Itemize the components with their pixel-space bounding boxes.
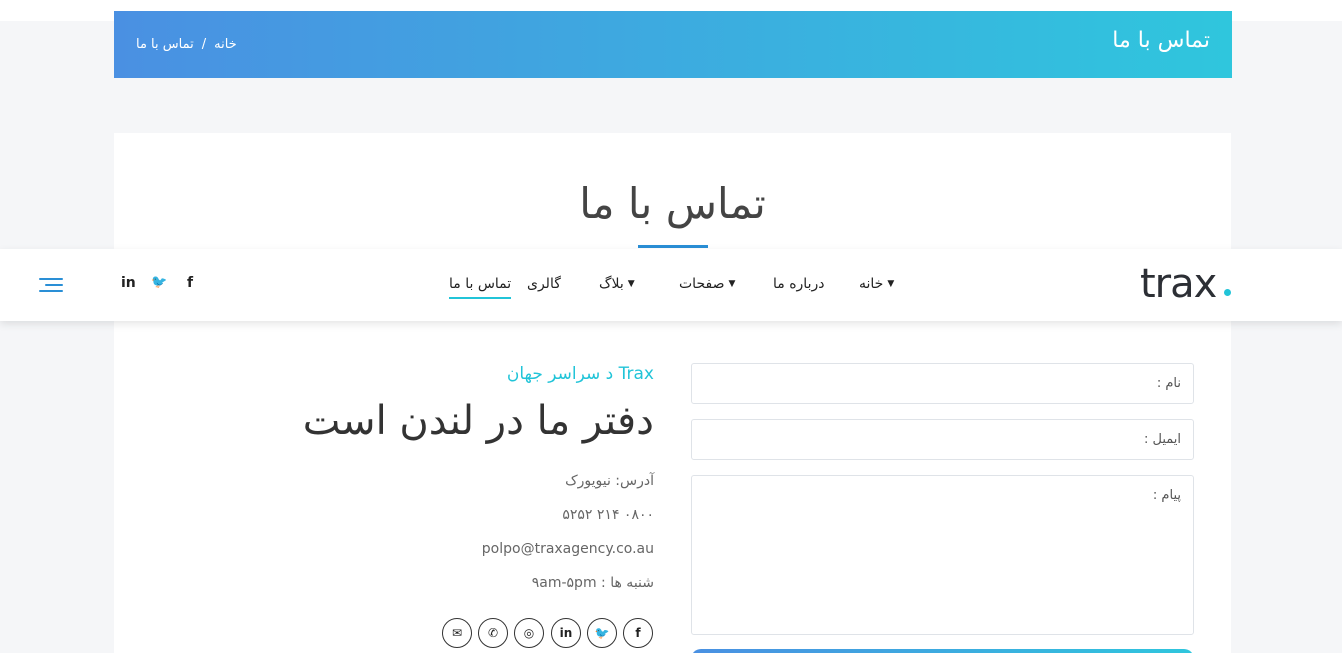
twitter-icon[interactable]: 🐦 bbox=[151, 275, 167, 290]
message-field[interactable]: پیام : bbox=[691, 475, 1194, 635]
contact-address: آدرس: نیویورک bbox=[565, 473, 654, 489]
nav-item-label: بلاگ bbox=[599, 276, 624, 292]
submit-button[interactable] bbox=[691, 649, 1194, 653]
menu-toggle-icon[interactable] bbox=[39, 278, 63, 294]
nav-item-pages[interactable]: ▼ صفحات bbox=[679, 276, 735, 292]
chevron-down-icon: ▼ bbox=[627, 279, 635, 289]
email-field-label: ایمیل : bbox=[1143, 432, 1181, 447]
whatsapp-icon[interactable]: ✆ bbox=[478, 618, 508, 648]
chevron-down-icon: ▼ bbox=[728, 279, 736, 289]
breadcrumb-home-link[interactable]: خانه bbox=[214, 37, 237, 52]
nav-item-blog[interactable]: ▼ بلاگ bbox=[599, 276, 635, 292]
nav-item-home[interactable]: ▼ خانه bbox=[859, 276, 894, 292]
breadcrumb: خانه / تماس با ما bbox=[136, 37, 237, 52]
email-field[interactable]: ایمیل : bbox=[691, 419, 1194, 460]
linkedin-icon[interactable]: in bbox=[121, 275, 136, 291]
contact-email[interactable]: polpo@traxagency.co.au bbox=[482, 541, 654, 557]
nav-item-gallery[interactable]: گالری bbox=[527, 276, 561, 292]
nav-item-label: تماس با ما bbox=[449, 276, 512, 292]
nav-item-label: درباره ما bbox=[773, 276, 825, 292]
contact-eyebrow: Trax د سراسر جهان bbox=[506, 364, 654, 384]
contact-phone[interactable]: ۰۸۰۰ ۲۱۴ ۵۲۵۲ bbox=[562, 507, 654, 523]
linkedin-icon[interactable]: in bbox=[551, 618, 581, 648]
sticky-navbar: trax ▼ خانه درباره ما ▼ صفحات ▼ بلاگ گال… bbox=[0, 249, 1342, 321]
breadcrumb-current: تماس با ما bbox=[136, 37, 194, 52]
mail-icon[interactable]: ✉ bbox=[442, 618, 472, 648]
banner-title: تماس با ما bbox=[1112, 28, 1210, 53]
nav-item-about[interactable]: درباره ما bbox=[773, 276, 824, 292]
name-field[interactable]: نام : bbox=[691, 363, 1194, 404]
instagram-icon[interactable]: ◎ bbox=[514, 618, 544, 648]
name-field-label: نام : bbox=[1156, 376, 1181, 391]
chevron-down-icon: ▼ bbox=[887, 279, 895, 289]
logo[interactable]: trax bbox=[1140, 261, 1217, 307]
breadcrumb-separator: / bbox=[201, 37, 207, 52]
facebook-icon[interactable]: f bbox=[623, 618, 653, 648]
contact-headline: دفتر ما در لندن است bbox=[302, 398, 654, 444]
nav-item-label: خانه bbox=[859, 276, 884, 292]
logo-dot bbox=[1224, 289, 1231, 296]
facebook-icon[interactable]: f bbox=[187, 275, 193, 291]
section-title-underline bbox=[638, 245, 708, 248]
page-banner: تماس با ما خانه / تماس با ما bbox=[114, 11, 1232, 78]
nav-item-contact[interactable]: تماس با ما bbox=[449, 276, 512, 299]
twitter-icon[interactable]: 🐦 bbox=[587, 618, 617, 648]
nav-item-label: گالری bbox=[527, 276, 561, 292]
message-field-label: پیام : bbox=[1152, 488, 1181, 503]
section-title: تماس با ما bbox=[579, 179, 766, 228]
contact-hours: شنبه ها : ۹am-۵pm bbox=[531, 575, 654, 591]
nav-item-label: صفحات bbox=[679, 276, 725, 292]
